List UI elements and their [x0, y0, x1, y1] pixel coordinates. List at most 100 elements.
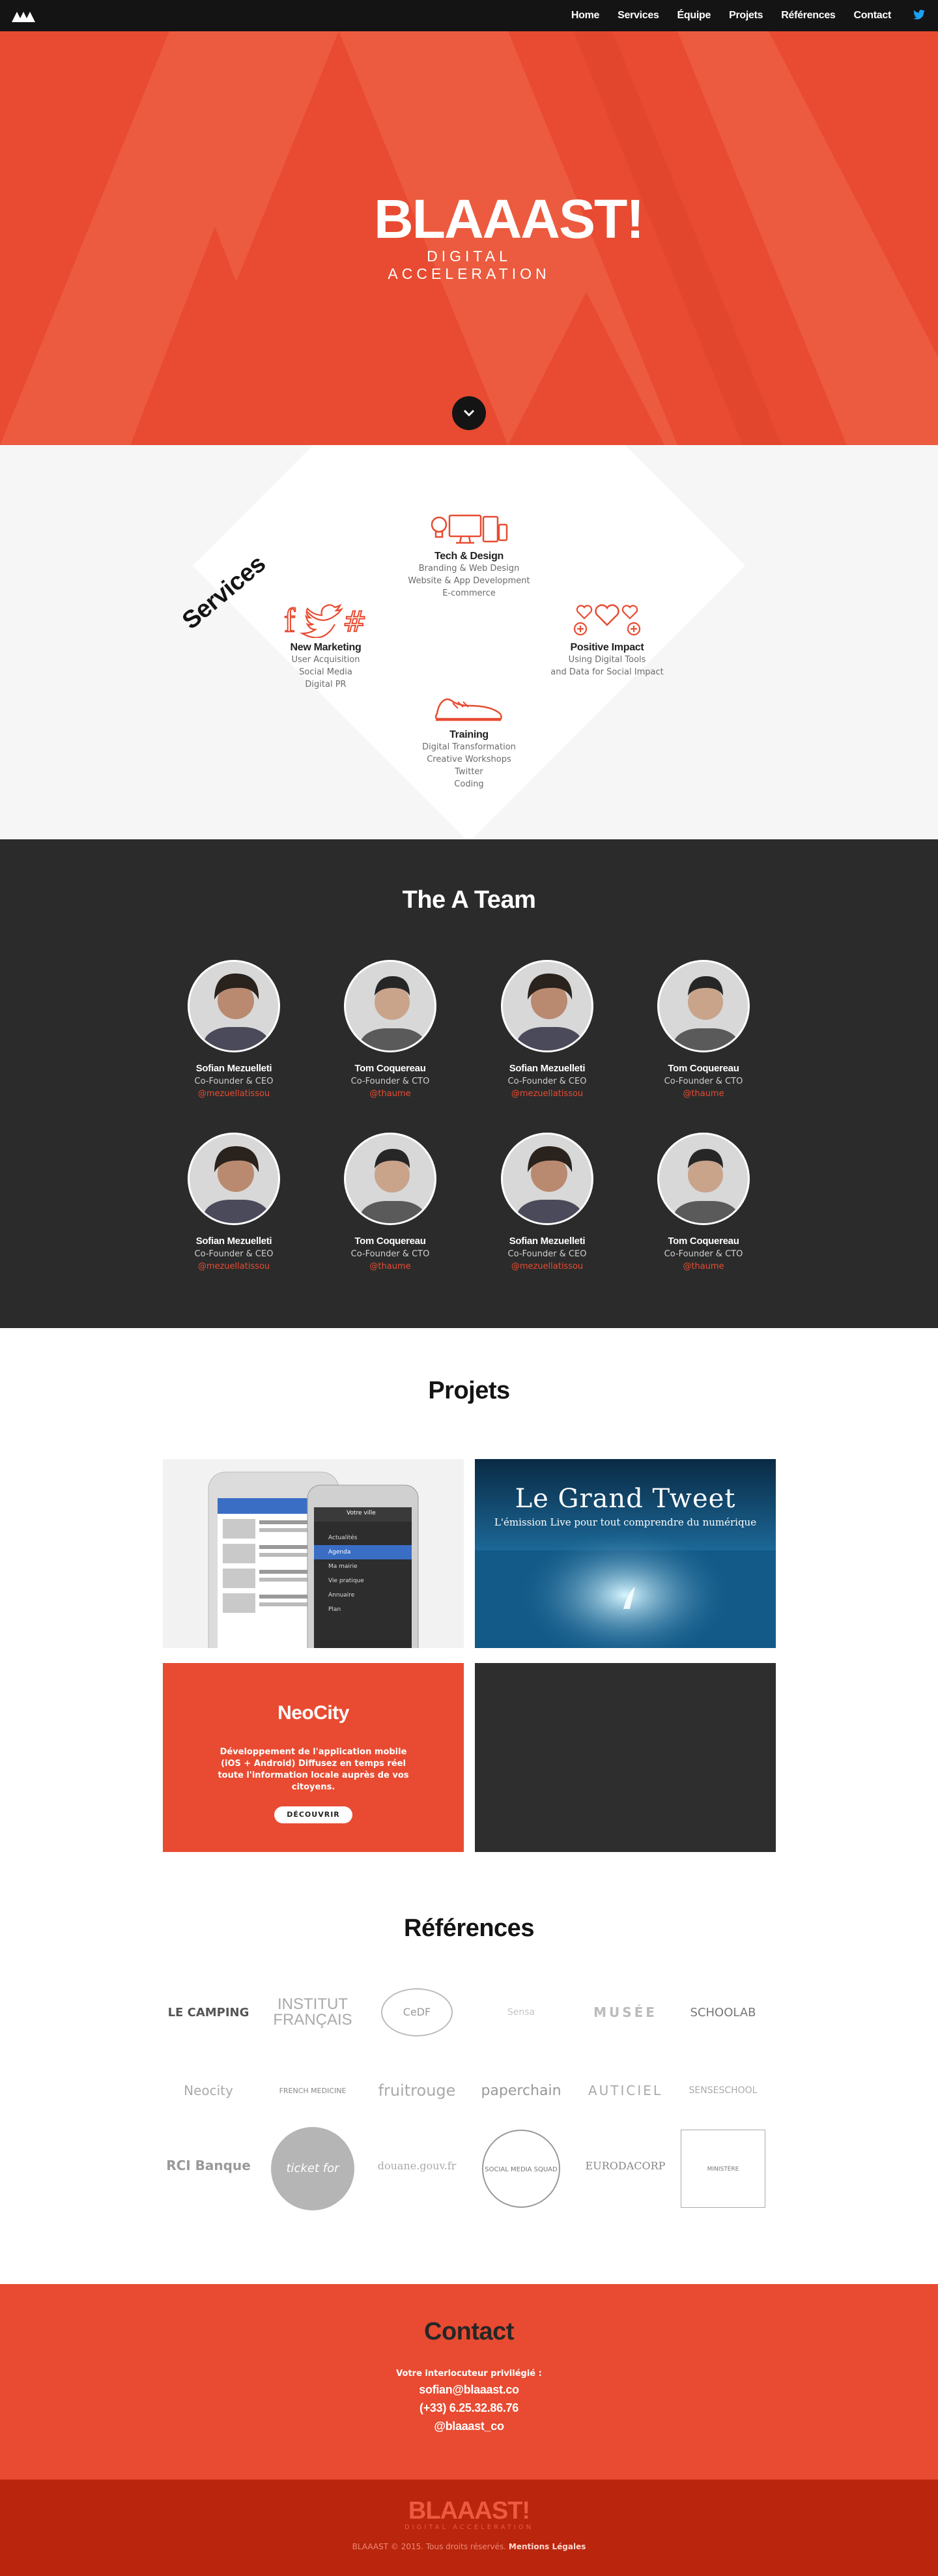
- devices-icon: [431, 514, 508, 544]
- legal-notice-link[interactable]: Mentions Légales: [509, 2542, 586, 2551]
- phone-menu-item: Vie pratique: [328, 1578, 364, 1584]
- services-section: Services Tech & Design Branding & Web De…: [0, 445, 938, 839]
- project-card-grand-tweet[interactable]: Le Grand Tweet L'émission Live pour tout…: [475, 1459, 776, 1648]
- service-line: and Data for Social Impact: [550, 667, 664, 677]
- member-twitter-link[interactable]: @thaume: [325, 1262, 455, 1271]
- contact-title: Contact: [424, 2318, 514, 2345]
- neocity-title: NeoCity: [277, 1702, 349, 1724]
- reference-logo: EURODACORP: [585, 2159, 666, 2172]
- footer: BLAAAST! DIGITAL ACCELERATION BLAAAST © …: [0, 2480, 938, 2576]
- twitter-icon[interactable]: [913, 9, 925, 23]
- nav-item-services[interactable]: Services: [618, 10, 659, 22]
- avatar: [188, 960, 280, 1052]
- references-title: Références: [404, 1915, 534, 1942]
- projects-title: Projets: [428, 1377, 510, 1404]
- reference-logo: paperchain: [481, 2082, 561, 2099]
- reference-logo: MINISTÈRE: [677, 2130, 769, 2208]
- team-member: Tom Coquereau Co-Founder & CTO @thaume: [638, 960, 769, 1099]
- hero-brand-logo: BLAAAST!: [374, 188, 644, 250]
- grand-tweet-title: Le Grand Tweet: [515, 1484, 736, 1514]
- reference-logo: Neocity: [184, 2083, 233, 2098]
- member-twitter-link[interactable]: @thaume: [638, 1089, 769, 1099]
- project-card-empty[interactable]: [475, 1663, 776, 1852]
- service-name: Tech & Design: [434, 551, 504, 562]
- contact-email-link[interactable]: sofian@blaaast.co: [0, 2383, 938, 2397]
- nav-item-home[interactable]: Home: [571, 10, 600, 22]
- top-nav: Home Services Équipe Projets Références …: [0, 0, 938, 31]
- member-twitter-link[interactable]: @mezuellatissou: [482, 1262, 612, 1271]
- phone-menu-item: Annuaire: [328, 1592, 355, 1599]
- reference-logo: SCHOOLAB: [690, 2005, 756, 2019]
- nav-item-references[interactable]: Références: [781, 10, 836, 22]
- reference-logo: ticket for change: [267, 2127, 358, 2259]
- member-name: Tom Coquereau: [668, 1236, 739, 1247]
- service-line: Using Digital Tools: [568, 655, 646, 665]
- sneaker-icon: [434, 698, 502, 721]
- grand-tweet-subtitle: L'émission Live pour tout comprendre du …: [494, 1516, 757, 1528]
- team-member: Tom Coquereau Co-Founder & CTO @thaume: [325, 1133, 455, 1271]
- phone-menu-item: Ma mairie: [328, 1563, 358, 1570]
- project-card-neocity-app[interactable]: Votre ville Actualités Agenda Ma mairie …: [163, 1459, 464, 1648]
- svg-text:#: #: [343, 605, 367, 638]
- member-role: Co-Founder & CEO: [194, 1249, 274, 1259]
- discover-button[interactable]: DÉCOUVRIR: [274, 1806, 352, 1823]
- service-tech-design: Tech & Design Branding & Web Design Webs…: [384, 510, 554, 600]
- scroll-down-button[interactable]: [452, 396, 486, 430]
- reference-logo: MUSÉE: [593, 2004, 657, 2020]
- avatar: [344, 960, 436, 1052]
- nav-item-contact[interactable]: Contact: [854, 10, 892, 22]
- project-card-neocity[interactable]: NeoCity Développement de l'application m…: [163, 1663, 464, 1852]
- member-twitter-link[interactable]: @mezuellatissou: [169, 1089, 299, 1099]
- avatar: [657, 960, 750, 1052]
- footer-brand-logo: BLAAAST!: [408, 2497, 530, 2525]
- member-name: Tom Coquereau: [354, 1063, 426, 1074]
- reference-logo: FRENCH MEDICINE: [279, 2086, 347, 2095]
- projects-section: Projets Votre ville Actualités Agenda Ma…: [0, 1328, 938, 1902]
- avatar: [188, 1133, 280, 1225]
- member-name: Tom Coquereau: [668, 1063, 739, 1074]
- member-role: Co-Founder & CEO: [194, 1077, 274, 1086]
- phone-menu-item: Actualités: [328, 1535, 358, 1541]
- service-line: Coding: [454, 779, 484, 789]
- member-role: Co-Founder & CEO: [507, 1077, 587, 1086]
- nav-menu: Home Services Équipe Projets Références …: [553, 0, 925, 31]
- member-name: Sofian Mezuelleti: [195, 1236, 272, 1247]
- team-member: Sofian Mezuelleti Co-Founder & CEO @mezu…: [169, 960, 299, 1099]
- avatar: [501, 960, 593, 1052]
- reference-logo: AUTICIEL: [588, 2083, 663, 2098]
- service-line: Social Media: [299, 667, 352, 677]
- reference-logo: SOCIAL MEDIA SQUAD: [476, 2130, 567, 2208]
- member-twitter-link[interactable]: @thaume: [638, 1262, 769, 1271]
- service-name: Training: [449, 729, 489, 740]
- avatar: [657, 1133, 750, 1225]
- contact-phone-link[interactable]: (+33) 6.25.32.86.76: [0, 2401, 938, 2415]
- member-twitter-link[interactable]: @mezuellatissou: [169, 1262, 299, 1271]
- nav-item-equipe[interactable]: Équipe: [677, 10, 711, 22]
- contact-label: Votre interlocuteur privilégié :: [396, 2369, 542, 2379]
- avatar: [344, 1133, 436, 1225]
- service-line: User Acquisition: [291, 655, 360, 665]
- phone-menu-item: Agenda: [328, 1549, 351, 1556]
- service-line: Creative Workshops: [427, 755, 511, 764]
- contact-twitter-link[interactable]: @blaaast_co: [0, 2420, 938, 2433]
- member-role: Co-Founder & CTO: [664, 1249, 743, 1259]
- brand-logo-icon[interactable]: [10, 7, 36, 25]
- hero-section: BLAAAST! DIGITAL ACCELERATION: [0, 31, 938, 445]
- service-line: Digital Transformation: [422, 742, 516, 752]
- hero-tagline: DIGITAL ACCELERATION: [388, 248, 550, 282]
- service-positive-impact: Positive Impact Using Digital Tools and …: [522, 599, 692, 678]
- service-line: Branding & Web Design: [418, 564, 520, 573]
- member-twitter-link[interactable]: @thaume: [325, 1089, 455, 1099]
- member-twitter-link[interactable]: @mezuellatissou: [482, 1089, 612, 1099]
- reference-logo: RCI Banque: [166, 2158, 251, 2173]
- team-member: Sofian Mezuelleti Co-Founder & CEO @mezu…: [482, 1133, 612, 1271]
- service-line: Digital PR: [305, 680, 347, 689]
- social-media-icon: f #: [283, 601, 367, 638]
- service-line: Twitter: [455, 767, 483, 777]
- nav-item-projets[interactable]: Projets: [729, 10, 763, 22]
- footer-tagline: DIGITAL ACCELERATION: [404, 2524, 534, 2531]
- member-role: Co-Founder & CEO: [507, 1249, 587, 1259]
- reference-logo: CeDF: [371, 1986, 462, 2038]
- member-name: Sofian Mezuelleti: [509, 1063, 586, 1074]
- references-section: Références LE CAMPING INSTITUT FRANÇAIS …: [0, 1902, 938, 2284]
